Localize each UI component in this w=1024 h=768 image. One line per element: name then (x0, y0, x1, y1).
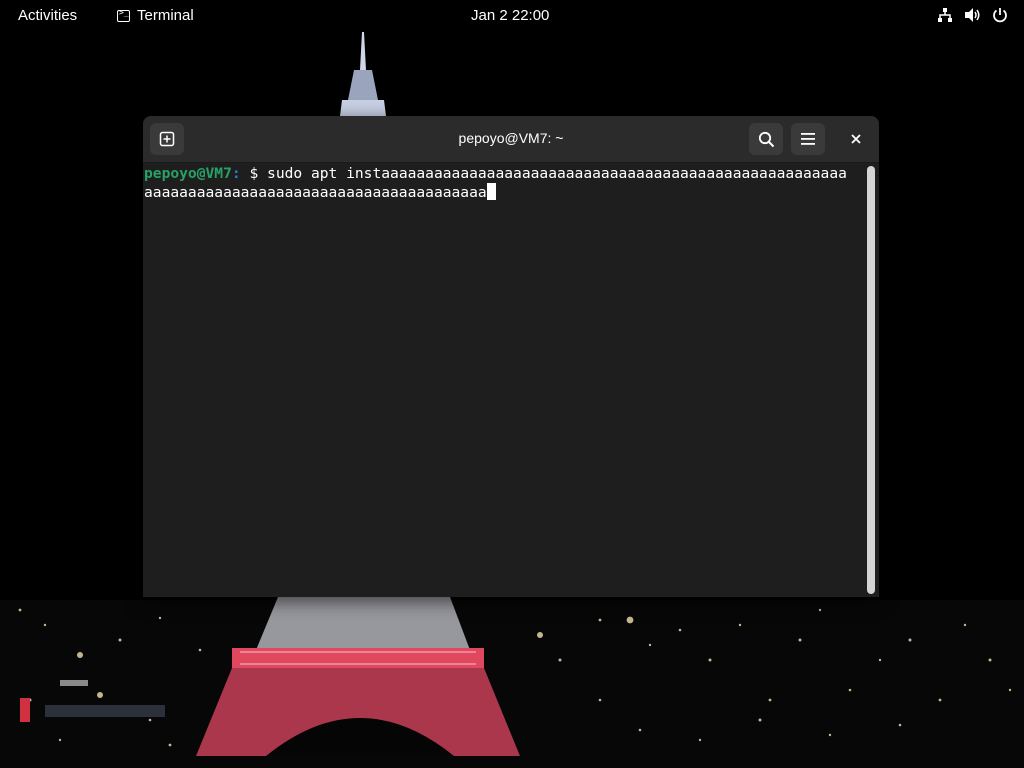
close-button[interactable] (843, 126, 869, 152)
network-wired-icon (938, 8, 952, 22)
prompt-user-host: pepoyo@VM7 (144, 165, 232, 182)
headerbar: pepoyo@VM7: ~ (143, 116, 879, 163)
volume-icon (965, 8, 980, 22)
top-bar: Activities Terminal Jan 2 22:00 (0, 0, 1024, 32)
terminal-line-1: pepoyo@VM7: $ sudo apt instaaaaaaaaaaaaa… (143, 165, 847, 183)
command-text-line-1: sudo apt instaaaaaaaaaaaaaaaaaaaaaaaaaaa… (267, 165, 847, 182)
prompt-symbol: $ (240, 165, 268, 182)
terminal-window: pepoyo@VM7: ~ pepoyo@VM7: $ sudo apt ins… (143, 116, 879, 597)
close-icon (851, 134, 861, 144)
clock[interactable]: Jan 2 22:00 (471, 7, 549, 24)
command-text-line-2: aaaaaaaaaaaaaaaaaaaaaaaaaaaaaaaaaaaaaaa (144, 184, 487, 201)
app-menu[interactable]: Terminal (117, 7, 194, 24)
system-tray[interactable] (937, 7, 1008, 23)
menu-button[interactable] (791, 123, 825, 155)
terminal-content[interactable]: pepoyo@VM7: $ sudo apt instaaaaaaaaaaaaa… (143, 163, 865, 597)
hamburger-menu-icon (801, 133, 815, 145)
power-icon (993, 8, 1007, 23)
search-button[interactable] (749, 123, 783, 155)
search-icon (758, 131, 774, 147)
scrollbar[interactable] (867, 166, 875, 594)
prompt-colon: : (231, 165, 241, 182)
app-menu-label: Terminal (137, 7, 194, 24)
terminal-line-2: aaaaaaaaaaaaaaaaaaaaaaaaaaaaaaaaaaaaaaa (143, 183, 496, 202)
text-cursor (486, 183, 496, 200)
activities-button[interactable]: Activities (18, 7, 77, 24)
terminal-icon (117, 8, 130, 22)
